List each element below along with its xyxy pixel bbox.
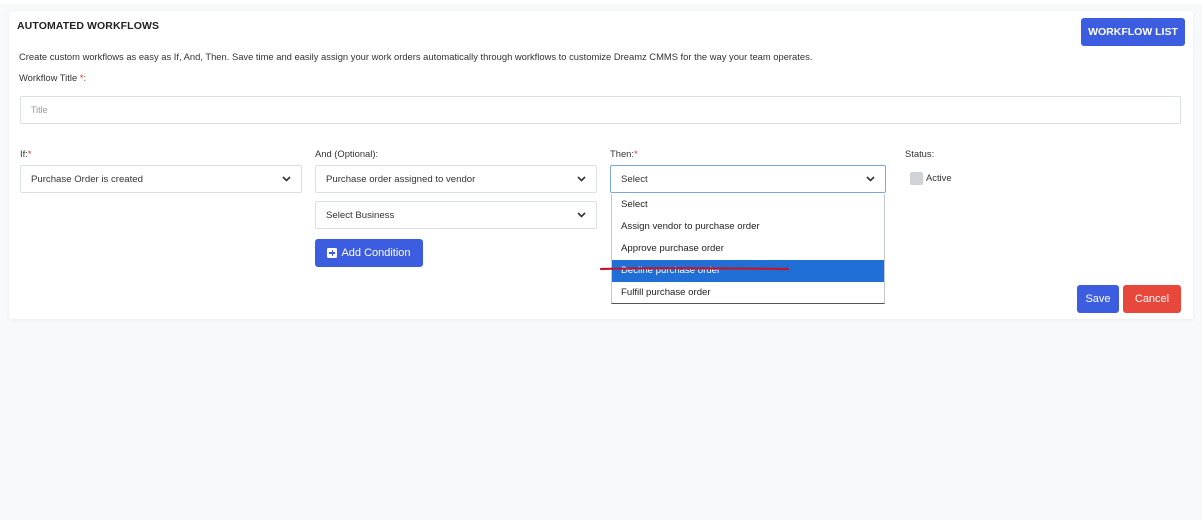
add-condition-button[interactable]: Add Condition: [315, 239, 423, 267]
top-strip: [0, 0, 1202, 4]
workflow-title-label-text: Workflow Title: [19, 72, 78, 83]
page-title: AUTOMATED WORKFLOWS: [17, 20, 160, 32]
active-label: Active: [926, 172, 952, 183]
red-annotation-underline: [600, 267, 790, 271]
chevron-down-icon: [576, 210, 586, 220]
if-select-value: Purchase Order is created: [31, 173, 143, 185]
and-label: And (Optional):: [315, 148, 379, 159]
if-label: If:*: [20, 148, 31, 159]
workflow-title-input[interactable]: [20, 96, 1181, 124]
dropdown-option[interactable]: Select: [612, 194, 884, 216]
workflow-list-button[interactable]: WORKFLOW LIST: [1081, 18, 1185, 46]
business-select-value: Select Business: [326, 209, 395, 221]
cancel-button[interactable]: Cancel: [1123, 285, 1181, 313]
dropdown-option[interactable]: Approve purchase order: [612, 238, 884, 260]
if-select[interactable]: Purchase Order is created: [20, 165, 302, 193]
then-dropdown-list: Select Assign vendor to purchase order A…: [611, 194, 885, 304]
active-checkbox[interactable]: [910, 172, 923, 185]
and-select[interactable]: Purchase order assigned to vendor: [315, 165, 597, 193]
required-mark: *: [27, 148, 32, 159]
save-button[interactable]: Save: [1077, 285, 1119, 313]
workflow-card: AUTOMATED WORKFLOWS WORKFLOW LIST Create…: [9, 11, 1193, 319]
chevron-down-icon: [281, 174, 291, 184]
status-label: Status:: [905, 148, 935, 159]
then-label-text: Then:: [610, 148, 634, 159]
description-text: Create custom workflows as easy as If, A…: [19, 51, 813, 62]
chevron-down-icon: [576, 174, 586, 184]
then-select-value: Select: [621, 173, 648, 185]
and-select-value: Purchase order assigned to vendor: [326, 173, 476, 185]
business-select[interactable]: Select Business: [315, 201, 597, 229]
chevron-down-icon: [865, 174, 875, 184]
dropdown-option[interactable]: Fulfill purchase order: [612, 282, 884, 304]
add-condition-label: Add Condition: [341, 247, 411, 259]
required-mark: *: [633, 148, 638, 159]
if-label-text: If:: [20, 148, 28, 159]
then-label: Then:*: [610, 148, 638, 159]
then-select[interactable]: Select: [610, 165, 886, 193]
dropdown-option[interactable]: Assign vendor to purchase order: [612, 216, 884, 238]
plus-square-icon: [327, 248, 338, 258]
workflow-title-label: Workflow Title *:: [19, 72, 86, 83]
required-mark: *:: [79, 72, 87, 83]
empty-content-area: [0, 336, 1202, 520]
